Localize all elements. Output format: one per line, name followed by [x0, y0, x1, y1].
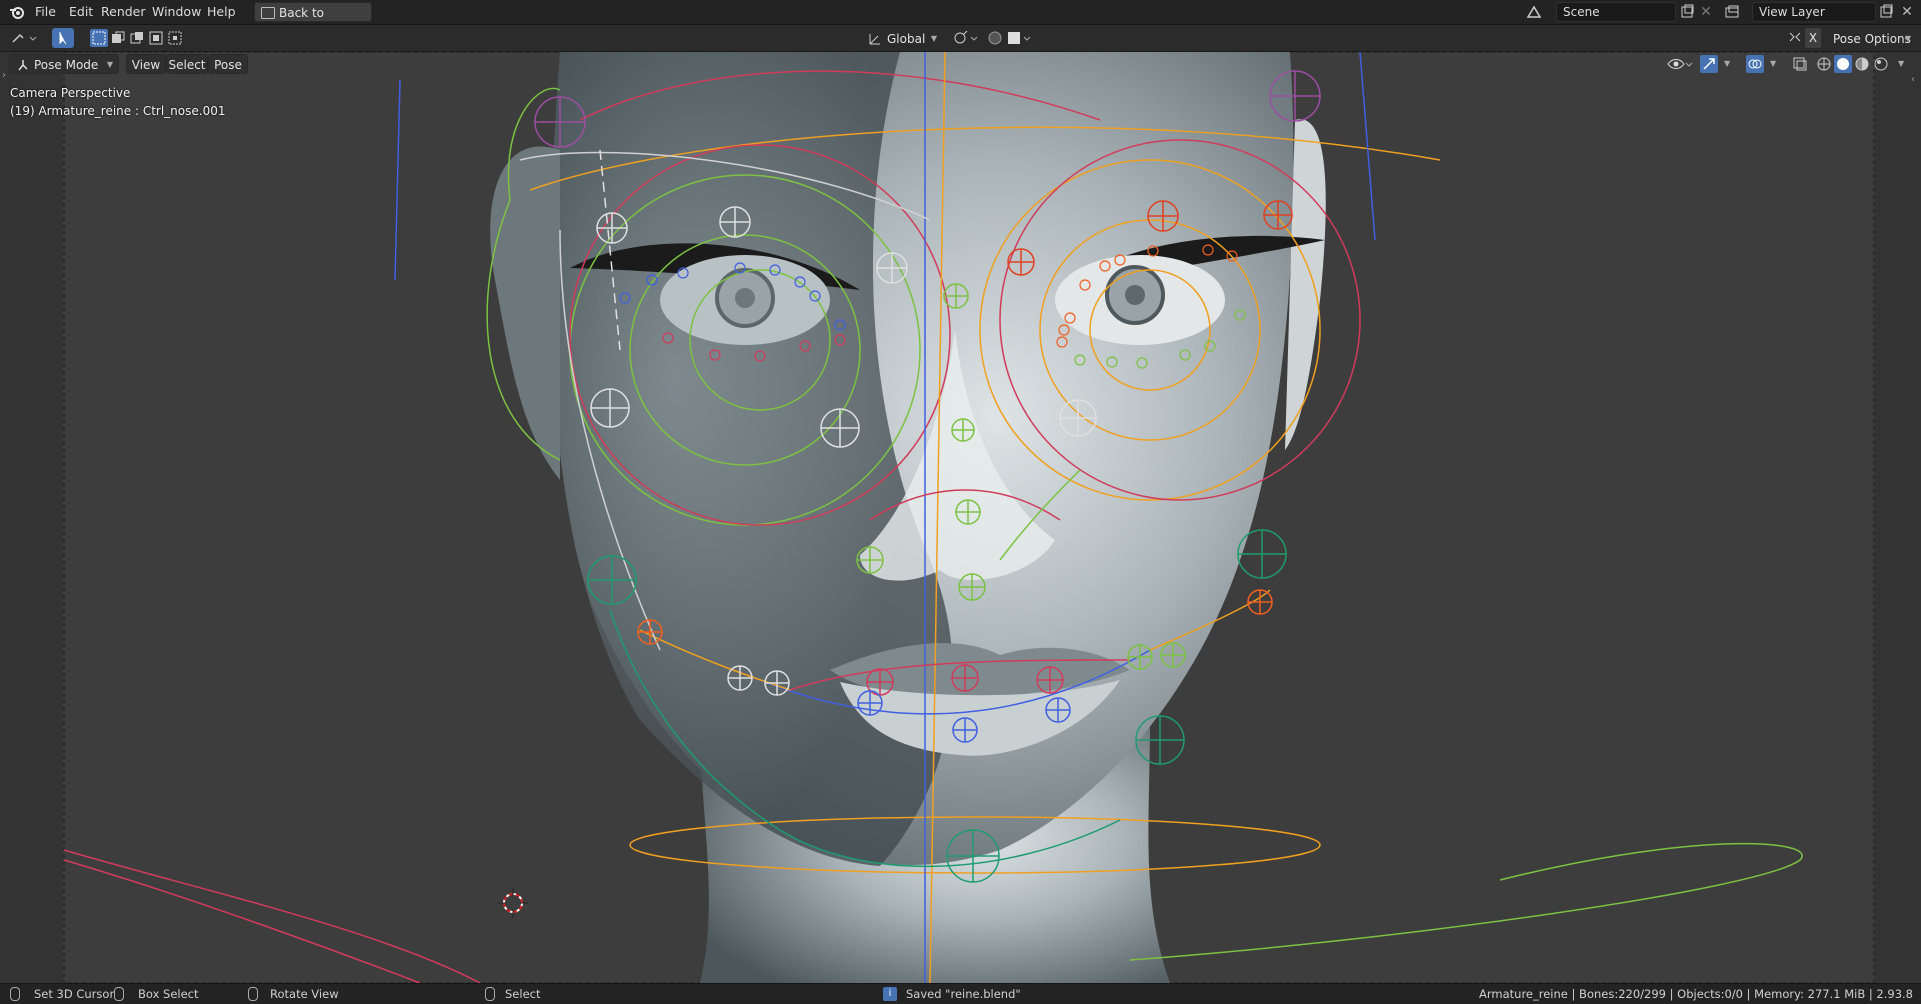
view-layer-label: View Layer	[1759, 5, 1825, 19]
menu-help[interactable]: Help	[207, 0, 236, 24]
tool-header: Global ▼	[0, 25, 1921, 52]
menu-window[interactable]: Window	[152, 0, 201, 24]
delete-scene-icon[interactable]: ✕	[1697, 3, 1715, 21]
xray-toggle-icon[interactable]	[1791, 55, 1809, 73]
select-box-mode-subtract-icon[interactable]	[128, 29, 146, 47]
mouse-middle-icon	[248, 987, 258, 1001]
rotate-view-hint: Rotate View	[270, 987, 339, 1001]
visibility-selectability-icon[interactable]	[1666, 55, 1694, 73]
shading-wireframe-icon[interactable]	[1815, 55, 1833, 73]
orientation-icon	[867, 31, 883, 53]
shading-dropdown-chevron-icon[interactable]: ▼	[1898, 59, 1904, 68]
menu-select[interactable]: Select	[166, 54, 208, 74]
top-menu-bar: File Edit Render Window Help Back to Pre…	[0, 0, 1921, 40]
scene-field[interactable]: Scene	[1556, 2, 1676, 22]
status-bar: Set 3D Cursor Box Select Rotate View Sel…	[0, 983, 1921, 1004]
delete-view-layer-icon[interactable]: ✕	[1898, 3, 1916, 21]
select-box-mode-invert-icon[interactable]	[147, 29, 165, 47]
gizmo-dropdown-chevron-icon[interactable]: ▼	[1724, 59, 1730, 68]
select-box-mode-extend-icon[interactable]	[109, 29, 127, 47]
scene-icon[interactable]	[1525, 3, 1543, 21]
select-tool-icon[interactable]	[52, 28, 74, 48]
scene-statistics: Armature_reine | Bones:220/299 | Objects…	[1479, 987, 1913, 1001]
viewport-header: Pose Mode ▼ View Select Pose ▼ ▼ ▼	[0, 52, 1921, 76]
3d-viewport[interactable]: Camera Perspective (19) Armature_reine :…	[0, 52, 1921, 983]
info-icon: i	[883, 987, 897, 1001]
view-layer-icon[interactable]	[1723, 3, 1741, 21]
mode-dropdown[interactable]: Pose Mode ▼	[9, 54, 119, 74]
viewport-camera-label: Camera Perspective	[10, 86, 131, 100]
pose-options-dropdown[interactable]: Pose Options ▼	[1826, 28, 1916, 48]
snap-element-icon[interactable]	[1005, 29, 1033, 47]
select-hint: Select	[505, 987, 541, 1001]
menu-pose[interactable]: Pose	[208, 54, 248, 74]
chevron-down-icon: ▼	[106, 60, 113, 69]
mouse-left-icon	[10, 987, 20, 1001]
scene-label: Scene	[1563, 5, 1600, 19]
new-scene-icon[interactable]	[1678, 3, 1696, 21]
viewport-active-bone-label: (19) Armature_reine : Ctrl_nose.001	[10, 104, 226, 118]
editor-type-icon[interactable]	[10, 29, 40, 47]
overlays-dropdown-chevron-icon[interactable]: ▼	[1770, 59, 1776, 68]
menu-file[interactable]: File	[35, 0, 56, 24]
chevron-down-icon: ▼	[1904, 34, 1911, 43]
face-rig-render[interactable]	[0, 52, 1921, 983]
mouse-right-icon	[485, 987, 495, 1001]
view-layer-field[interactable]: View Layer	[1752, 2, 1876, 22]
transform-orientation-dropdown[interactable]: Global ▼	[862, 28, 942, 48]
orientation-label: Global	[887, 32, 926, 46]
chevron-down-icon: ▼	[930, 34, 937, 43]
set-3d-cursor-hint: Set 3D Cursor	[34, 987, 115, 1001]
pose-mode-icon	[15, 57, 31, 79]
back-to-previous-button[interactable]: Back to Previous	[254, 2, 372, 40]
menu-render[interactable]: Render	[101, 0, 146, 24]
shading-rendered-icon[interactable]	[1872, 55, 1890, 73]
select-box-mode-intersect-icon[interactable]	[166, 29, 184, 47]
shading-material-icon[interactable]	[1853, 55, 1871, 73]
back-icon	[261, 7, 275, 19]
overlays-toggle-icon[interactable]	[1746, 55, 1764, 73]
mode-label: Pose Mode	[34, 58, 99, 72]
pose-options-label: Pose Options	[1833, 32, 1911, 46]
x-mirror-label[interactable]: X	[1805, 28, 1821, 48]
blender-logo-icon[interactable]	[8, 3, 26, 21]
mouse-drag-icon	[114, 987, 124, 1001]
saved-report: Saved "reine.blend"	[906, 987, 1021, 1001]
new-view-layer-icon[interactable]	[1877, 3, 1895, 21]
menu-view[interactable]: View	[126, 54, 166, 74]
shading-solid-icon[interactable]	[1834, 55, 1852, 73]
menu-edit[interactable]: Edit	[69, 0, 93, 24]
gizmo-toggle-icon[interactable]	[1700, 55, 1718, 73]
pivot-point-icon[interactable]	[952, 29, 980, 47]
select-box-mode-new-icon[interactable]	[90, 29, 108, 47]
x-mirror-icon[interactable]	[1786, 29, 1804, 47]
box-select-hint: Box Select	[138, 987, 199, 1001]
snap-toggle-icon[interactable]	[986, 29, 1004, 47]
